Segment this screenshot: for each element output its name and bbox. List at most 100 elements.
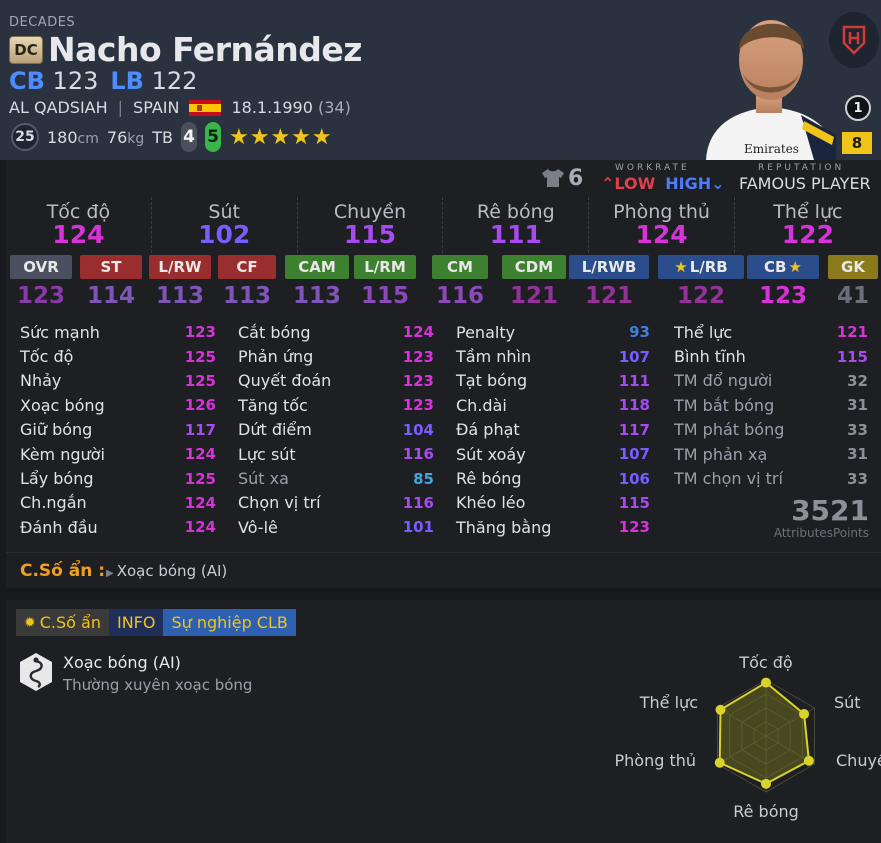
attribute-row: Tạt bóng 111 bbox=[456, 369, 650, 393]
position-value: 123 bbox=[758, 283, 807, 309]
attribute-row: Nhảy 125 bbox=[20, 369, 216, 393]
attribute-row: Dứt điểm 104 bbox=[238, 418, 434, 442]
attribute-row: TM phát bóng 33 bbox=[674, 418, 868, 442]
attribute-row: Đá phạt 117 bbox=[456, 418, 650, 442]
attribute-column: Sức mạnh 123 Tốc độ 125 Nhảy 125 Xoạc bóng 126 G… bbox=[20, 320, 216, 540]
attribute-value: 123 bbox=[618, 518, 650, 537]
radar-point bbox=[715, 704, 726, 715]
attribute-row: Ch.ngắn 124 bbox=[20, 491, 216, 515]
attribute-value: 33 bbox=[847, 469, 868, 488]
position-value: 113 bbox=[155, 283, 204, 309]
attribute-points-value: 3521 bbox=[791, 494, 869, 527]
weight-value: 76 bbox=[106, 127, 128, 147]
defense-workrate-value: HIGH bbox=[665, 174, 712, 193]
tab-info[interactable]: INFO bbox=[108, 609, 164, 636]
attribute-value: 85 bbox=[413, 469, 434, 488]
attribute-row: Chọn vị trí 116 bbox=[238, 491, 434, 515]
radar-label: Tốc độ bbox=[738, 653, 792, 672]
attribute-value: 123 bbox=[402, 347, 434, 366]
attribute-value: 104 bbox=[402, 420, 434, 439]
radar-point bbox=[799, 709, 810, 720]
weight-unit: kg bbox=[127, 130, 145, 147]
attribute-name: TM đổ người bbox=[674, 371, 773, 391]
club-crest-icon bbox=[842, 25, 866, 55]
position-rating-gk: GK 41 bbox=[828, 255, 878, 309]
attribute-name: Ch.ngắn bbox=[20, 493, 87, 513]
attribute-value: 123 bbox=[402, 371, 434, 390]
attribute-value: 124 bbox=[184, 493, 216, 512]
position-name: CF bbox=[236, 258, 258, 276]
attribute-row: Vô-lê 101 bbox=[238, 515, 434, 539]
attribute-name: Khéo léo bbox=[456, 493, 526, 513]
main-stats-row: Tốc độ 124 Sút 102 Chuyền 115 Rê bóng 11… bbox=[6, 197, 881, 253]
attribute-value: 33 bbox=[847, 420, 868, 439]
secondary-position: LB bbox=[110, 67, 144, 95]
position-name: L/RWB bbox=[581, 258, 637, 276]
position-value: 122 bbox=[676, 283, 725, 309]
radar-point bbox=[761, 677, 771, 688]
attribute-value: 118 bbox=[618, 396, 650, 415]
position-name: OVR bbox=[23, 258, 59, 276]
workrate-title: WORKRATE bbox=[615, 163, 690, 173]
attribute-name: Sút xoáy bbox=[456, 444, 526, 464]
primary-position: CB bbox=[9, 67, 45, 95]
attribute-value: 126 bbox=[184, 396, 216, 415]
attribute-name: Bình tĩnh bbox=[674, 347, 746, 367]
position-tag: L/RWB bbox=[569, 255, 649, 279]
attribute-name: Sức mạnh bbox=[20, 322, 100, 342]
main-stat-dribbling: Rê bóng 111 bbox=[443, 197, 590, 253]
attribute-name: Đánh đầu bbox=[20, 517, 98, 537]
attribute-name: Rê bóng bbox=[456, 469, 522, 489]
position-tag: OVR bbox=[10, 255, 72, 279]
workrate-bar: 6 WORKRATE ⌃LOW HIGH⌄ REPUTATION FAMOUS … bbox=[6, 160, 881, 196]
attribute-name: Xoạc bóng bbox=[20, 395, 105, 415]
attribute-row: Đánh đầu 124 bbox=[20, 515, 216, 539]
attribute-row: Phản ứng 123 bbox=[238, 344, 434, 368]
weight: 76kg bbox=[107, 128, 144, 147]
shirt-number: 6 bbox=[568, 166, 584, 191]
attribute-row: Tốc độ 125 bbox=[20, 344, 216, 368]
svg-text:Emirates: Emirates bbox=[744, 142, 799, 156]
player-name: Nacho Fernández bbox=[48, 30, 362, 69]
radar-label: Sút bbox=[834, 693, 861, 712]
attribute-name: Chọn vị trí bbox=[238, 493, 321, 513]
workrate-values: ⌃LOW HIGH⌄ bbox=[601, 174, 725, 193]
attribute-name: Sút xa bbox=[238, 469, 289, 489]
attribute-value: 31 bbox=[847, 396, 868, 415]
attribute-value: 31 bbox=[847, 445, 868, 464]
main-stat-shooting: Sút 102 bbox=[152, 197, 298, 253]
height-unit: cm bbox=[77, 130, 99, 147]
trait-description: Thường xuyên xoạc bóng bbox=[63, 676, 253, 694]
position-tag: CDM bbox=[502, 255, 566, 279]
position-rating-l-rm: L/RM 115 bbox=[354, 255, 416, 309]
position-value: 116 bbox=[435, 283, 484, 309]
attribute-name: Thể lực bbox=[674, 322, 733, 342]
position-name: CDM bbox=[514, 258, 554, 276]
hidden-trait-label: Xoạc bóng (AI) bbox=[116, 562, 228, 580]
age: (34) bbox=[318, 98, 351, 117]
hidden-trait-item[interactable]: ▶ Xoạc bóng (AI) bbox=[106, 562, 227, 580]
tab-hidden-traits[interactable]: ✹ C.Số ẩn bbox=[16, 609, 109, 636]
attribute-row: TM chọn vị trí 33 bbox=[674, 466, 868, 490]
skill-moves-rating: 5 bbox=[205, 122, 221, 152]
attribute-row: Thể lực 121 bbox=[674, 320, 868, 344]
position-name: CM bbox=[447, 258, 473, 276]
position-value: 41 bbox=[836, 283, 869, 309]
hidden-traits-line: C.Số ẩn : ▶ Xoạc bóng (AI) bbox=[6, 552, 881, 588]
attribute-value: 116 bbox=[402, 445, 434, 464]
tab-label: INFO bbox=[116, 613, 156, 632]
attribute-radar-chart: Tốc độ Sút Chuyền Rê bóng Phòng thủ Thể lực bbox=[614, 653, 881, 821]
position-tag: CM bbox=[432, 255, 488, 279]
main-stat-value: 124 bbox=[635, 220, 688, 249]
position-value: 115 bbox=[360, 283, 409, 309]
attribute-value: 124 bbox=[184, 445, 216, 464]
reputation-title: REPUTATION bbox=[758, 163, 845, 173]
spain-flag-icon bbox=[189, 99, 222, 116]
attribute-row: Sút xa 85 bbox=[238, 466, 434, 490]
stats-panel: 6 WORKRATE ⌃LOW HIGH⌄ REPUTATION FAMOUS … bbox=[6, 160, 881, 588]
attribute-name: TM phản xạ bbox=[674, 444, 768, 464]
reputation-value: FAMOUS PLAYER bbox=[739, 174, 871, 193]
tab-club-career[interactable]: Sự nghiệp CLB bbox=[163, 609, 296, 636]
tab-label: Sự nghiệp CLB bbox=[171, 613, 288, 632]
position-ratings-summary: CB 123 LB 122 bbox=[9, 67, 197, 95]
